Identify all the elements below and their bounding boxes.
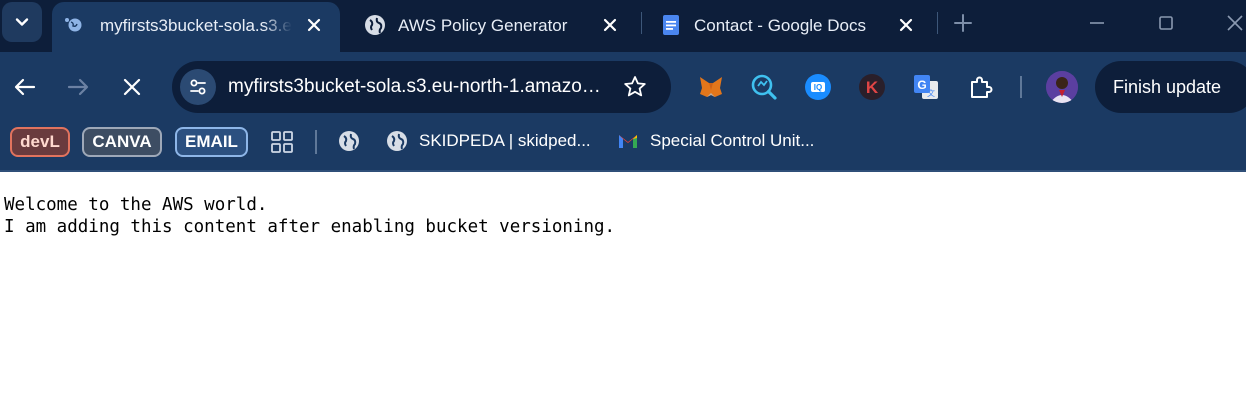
finish-update-button[interactable]: Finish update bbox=[1095, 61, 1246, 113]
tab-strip: myfirsts3bucket-sola.s3.eu-north-1.amazo… bbox=[0, 0, 1246, 52]
browser-toolbar: myfirsts3bucket-sola.s3.eu-north-1.amazo… bbox=[0, 52, 1246, 122]
loading-globe-icon bbox=[65, 18, 82, 32]
window-close-icon[interactable] bbox=[1222, 10, 1246, 36]
tune-icon bbox=[190, 79, 206, 95]
tab-title: Contact - Google Docs bbox=[694, 16, 866, 35]
close-icon[interactable] bbox=[600, 15, 620, 35]
google-translate-icon[interactable]: G 文 bbox=[911, 72, 941, 102]
gmail-icon bbox=[619, 135, 637, 148]
globe-icon bbox=[365, 15, 385, 35]
bookmark-chip-email[interactable]: EMAIL bbox=[175, 127, 248, 157]
content-line: Welcome to the AWS world. bbox=[4, 195, 268, 215]
search-extension-icon[interactable] bbox=[749, 72, 779, 102]
minimize-icon[interactable] bbox=[1084, 10, 1110, 36]
content-line: I am adding this content after enabling … bbox=[4, 217, 616, 237]
apps-grid-icon[interactable] bbox=[270, 130, 294, 154]
globe-icon bbox=[339, 131, 359, 151]
extensions-puzzle-icon[interactable] bbox=[966, 72, 996, 102]
tab-aws-policy-generator[interactable]: AWS Policy Generator bbox=[352, 2, 636, 52]
address-bar[interactable]: myfirsts3bucket-sola.s3.eu-north-1.amazo… bbox=[172, 61, 671, 113]
iq-extension-icon[interactable]: IQ bbox=[803, 72, 833, 102]
bookmark-label: SKIDPEDA | skidped... bbox=[419, 131, 591, 150]
url-text[interactable]: myfirsts3bucket-sola.s3.eu-north-1.amazo… bbox=[228, 76, 608, 98]
bookmarks-separator bbox=[315, 130, 317, 154]
back-arrow-icon[interactable] bbox=[11, 73, 39, 101]
page-content: Welcome to the AWS world. I am adding thi… bbox=[4, 194, 615, 238]
metamask-fox-icon[interactable] bbox=[696, 72, 726, 102]
tab-google-docs[interactable]: Contact - Google Docs bbox=[648, 2, 932, 52]
new-tab-plus-icon[interactable] bbox=[950, 10, 976, 36]
bookmark-star-icon[interactable] bbox=[622, 74, 648, 100]
tab-search-button[interactable] bbox=[2, 2, 42, 42]
close-icon[interactable] bbox=[304, 15, 324, 35]
stop-loading-icon[interactable] bbox=[118, 73, 146, 101]
svg-text:文: 文 bbox=[927, 88, 935, 98]
chevron-down-icon bbox=[15, 18, 29, 26]
close-icon[interactable] bbox=[896, 15, 916, 35]
tab-separator bbox=[641, 12, 642, 34]
svg-text:K: K bbox=[866, 78, 879, 97]
k-extension-icon[interactable]: K bbox=[857, 72, 887, 102]
google-docs-icon bbox=[663, 15, 679, 35]
bookmark-chip-canva[interactable]: CANVA bbox=[82, 127, 162, 157]
maximize-icon[interactable] bbox=[1153, 10, 1179, 36]
svg-text:G: G bbox=[917, 78, 926, 92]
globe-icon bbox=[387, 131, 407, 151]
toolbar-divider bbox=[1020, 76, 1022, 98]
tab-title: myfirsts3bucket-sola.s3.eu-north-1.amazo… bbox=[100, 16, 292, 35]
forward-arrow-icon[interactable] bbox=[64, 73, 92, 101]
tab-separator bbox=[937, 12, 938, 34]
tab-title: AWS Policy Generator bbox=[398, 16, 568, 35]
tab-s3-bucket[interactable]: myfirsts3bucket-sola.s3.eu-north-1.amazo… bbox=[52, 2, 340, 52]
svg-text:IQ: IQ bbox=[814, 83, 822, 92]
bookmark-label: Special Control Unit... bbox=[650, 131, 815, 150]
bookmarks-bar: devL CANVA EMAIL SKIDPEDA | skidped... S… bbox=[0, 122, 1246, 172]
site-info-button[interactable] bbox=[180, 69, 216, 105]
profile-avatar[interactable] bbox=[1046, 71, 1078, 103]
bookmark-chip-devl[interactable]: devL bbox=[10, 127, 70, 157]
